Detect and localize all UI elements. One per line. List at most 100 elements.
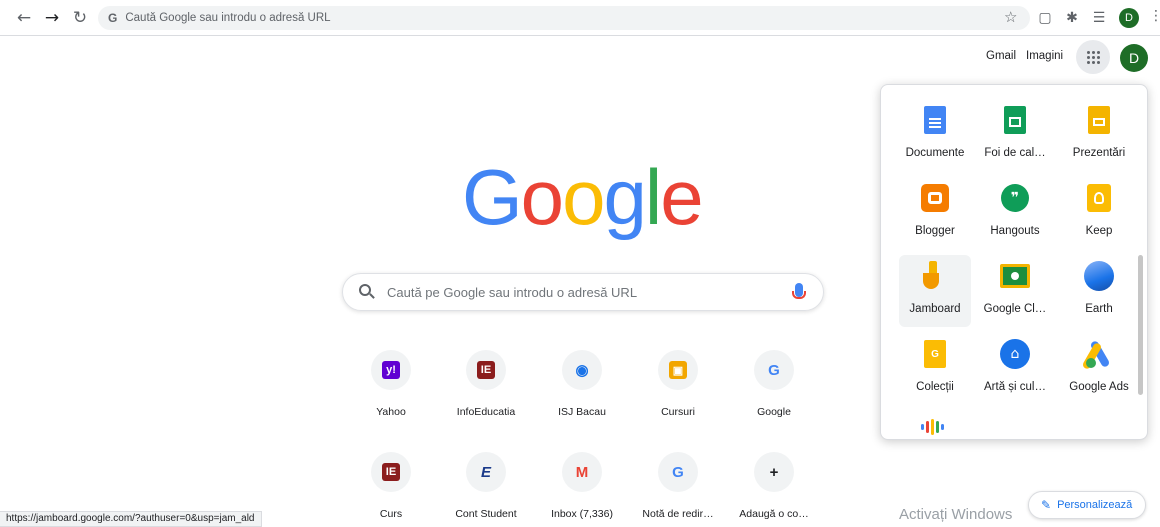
address-bar[interactable]: G Caută Google sau introdu o adresă URL bbox=[98, 6, 1030, 30]
shortcut-tile[interactable]: ▣ Cursuri bbox=[632, 342, 724, 422]
collections-icon: G bbox=[920, 339, 950, 369]
shortcut-icon: M bbox=[562, 452, 602, 492]
shortcut-glyph: y! bbox=[382, 361, 400, 379]
app-label: Hangouts bbox=[990, 225, 1040, 237]
shortcut-tile[interactable]: E Cont Student bbox=[440, 444, 532, 524]
shortcut-tile[interactable]: G Google bbox=[728, 342, 820, 422]
logo-letter: e bbox=[660, 153, 703, 241]
shortcut-tile[interactable]: + Adaugă o co… bbox=[728, 444, 820, 524]
shortcut-label: Google bbox=[757, 406, 791, 418]
blogger-icon bbox=[920, 183, 950, 213]
shortcut-icon: G bbox=[658, 452, 698, 492]
jamboard-icon bbox=[920, 261, 950, 291]
shortcut-label: Cont Student bbox=[455, 508, 517, 520]
google-icon: G bbox=[108, 11, 118, 25]
app-label: Prezentări bbox=[1072, 147, 1126, 159]
app-ads[interactable]: Google Ads bbox=[1063, 333, 1135, 405]
shortcut-icon: G bbox=[754, 350, 794, 390]
arts-culture-icon: ⌂ bbox=[1000, 339, 1030, 369]
app-earth[interactable]: Earth bbox=[1063, 255, 1135, 327]
app-keep[interactable]: Keep bbox=[1063, 177, 1135, 249]
shortcut-label: InfoEducatia bbox=[456, 406, 516, 418]
app-label: Documente bbox=[905, 147, 965, 159]
google-apps-button[interactable] bbox=[1076, 40, 1110, 74]
app-collections[interactable]: G Colecții bbox=[899, 333, 971, 405]
reading-list-icon[interactable]: ☰ bbox=[1090, 9, 1108, 27]
shortcut-label: Cursuri bbox=[661, 406, 695, 418]
app-blogger[interactable]: Blogger bbox=[899, 177, 971, 249]
search-input[interactable]: Caută pe Google sau introdu o adresă URL bbox=[387, 285, 637, 300]
gmail-link[interactable]: Gmail bbox=[986, 50, 1016, 62]
shortcut-glyph: M bbox=[575, 463, 589, 481]
shortcut-glyph: G bbox=[672, 463, 684, 481]
app-docs[interactable]: Documente bbox=[899, 99, 971, 171]
apps-scrollbar[interactable] bbox=[1138, 255, 1143, 395]
app-label: Earth bbox=[1085, 303, 1113, 315]
app-jamboard[interactable]: Jamboard bbox=[899, 255, 971, 327]
customize-button[interactable]: ✎ Personalizează bbox=[1028, 491, 1146, 519]
earth-icon bbox=[1084, 261, 1114, 291]
shortcut-glyph: G bbox=[768, 361, 780, 379]
pencil-icon: ✎ bbox=[1041, 498, 1052, 512]
shortcut-tile[interactable]: IE Curs bbox=[345, 444, 437, 524]
microphone-icon[interactable] bbox=[792, 283, 806, 299]
ads-icon bbox=[1081, 339, 1114, 371]
extension-icon[interactable]: ▢ bbox=[1036, 9, 1054, 27]
shortcut-glyph: E bbox=[480, 463, 491, 481]
app-label: Google Cl… bbox=[983, 303, 1047, 315]
shortcut-tile[interactable]: M Inbox (7,336) bbox=[536, 444, 628, 524]
shortcut-label: Adaugă o co… bbox=[739, 508, 809, 520]
shortcut-icon: ▣ bbox=[658, 350, 698, 390]
app-label: Artă și cul… bbox=[984, 381, 1046, 393]
app-slides[interactable]: Prezentări bbox=[1063, 99, 1135, 171]
app-label: Colecții bbox=[916, 381, 954, 393]
shortcut-glyph: ▣ bbox=[669, 361, 687, 379]
shortcut-label: Inbox (7,336) bbox=[551, 508, 613, 520]
images-link[interactable]: Imagini bbox=[1026, 50, 1063, 62]
shortcut-glyph: ◉ bbox=[575, 362, 589, 379]
app-label: Google Ads bbox=[1069, 381, 1129, 393]
shortcut-tile[interactable]: IE InfoEducatia bbox=[440, 342, 532, 422]
shortcut-label: Notă de redir… bbox=[642, 508, 714, 520]
app-label: Jamboard bbox=[909, 303, 961, 315]
shortcut-tile[interactable]: y! Yahoo bbox=[345, 342, 437, 422]
shortcut-icon: + bbox=[754, 452, 794, 492]
logo-letter: l bbox=[644, 153, 662, 241]
shortcut-glyph: IE bbox=[382, 463, 400, 481]
status-bar-url: https://jamboard.google.com/?authuser=0&… bbox=[0, 511, 262, 527]
search-box[interactable]: Caută pe Google sau introdu o adresă URL bbox=[342, 273, 824, 311]
app-classroom[interactable]: Google Cl… bbox=[979, 255, 1051, 327]
docs-icon bbox=[920, 105, 950, 135]
app-hangouts[interactable]: ❞ Hangouts bbox=[979, 177, 1051, 249]
profile-avatar[interactable]: D bbox=[1119, 8, 1139, 28]
logo-letter: g bbox=[603, 153, 646, 241]
puzzle-icon[interactable]: ✱ bbox=[1063, 9, 1081, 27]
account-avatar[interactable]: D bbox=[1120, 44, 1148, 72]
apps-grid-icon bbox=[1086, 50, 1100, 64]
app-arts-culture[interactable]: ⌂ Artă și cul… bbox=[979, 333, 1051, 405]
address-placeholder: Caută Google sau introdu o adresă URL bbox=[125, 12, 331, 24]
shortcut-label: Curs bbox=[379, 508, 403, 520]
shortcut-icon: ◉ bbox=[562, 350, 602, 390]
shortcut-icon: E bbox=[466, 452, 506, 492]
back-icon[interactable]: ← bbox=[14, 8, 34, 28]
app-sheets[interactable]: Foi de cal… bbox=[979, 99, 1051, 171]
shortcut-tile[interactable]: ◉ ISJ Bacau bbox=[536, 342, 628, 422]
shortcut-icon: y! bbox=[371, 350, 411, 390]
forward-icon[interactable]: → bbox=[42, 8, 62, 28]
sheets-icon bbox=[1000, 105, 1030, 135]
app-label: Foi de cal… bbox=[984, 147, 1046, 159]
shortcut-icon: IE bbox=[371, 452, 411, 492]
classroom-icon bbox=[1000, 261, 1030, 291]
shortcut-glyph: IE bbox=[477, 361, 495, 379]
browser-toolbar: ← → ↻ G Caută Google sau introdu o adres… bbox=[0, 0, 1160, 36]
reload-icon[interactable]: ↻ bbox=[70, 8, 90, 28]
menu-icon[interactable]: ⋮ bbox=[1149, 8, 1160, 24]
shortcut-tile[interactable]: G Notă de redir… bbox=[632, 444, 724, 524]
shortcut-label: Yahoo bbox=[376, 406, 406, 418]
podcasts-icon[interactable] bbox=[921, 419, 944, 435]
app-label: Keep bbox=[1085, 225, 1113, 237]
shortcut-icon: IE bbox=[466, 350, 506, 390]
bookmark-star-icon[interactable]: ☆ bbox=[1004, 8, 1017, 26]
hangouts-icon: ❞ bbox=[1000, 183, 1030, 213]
